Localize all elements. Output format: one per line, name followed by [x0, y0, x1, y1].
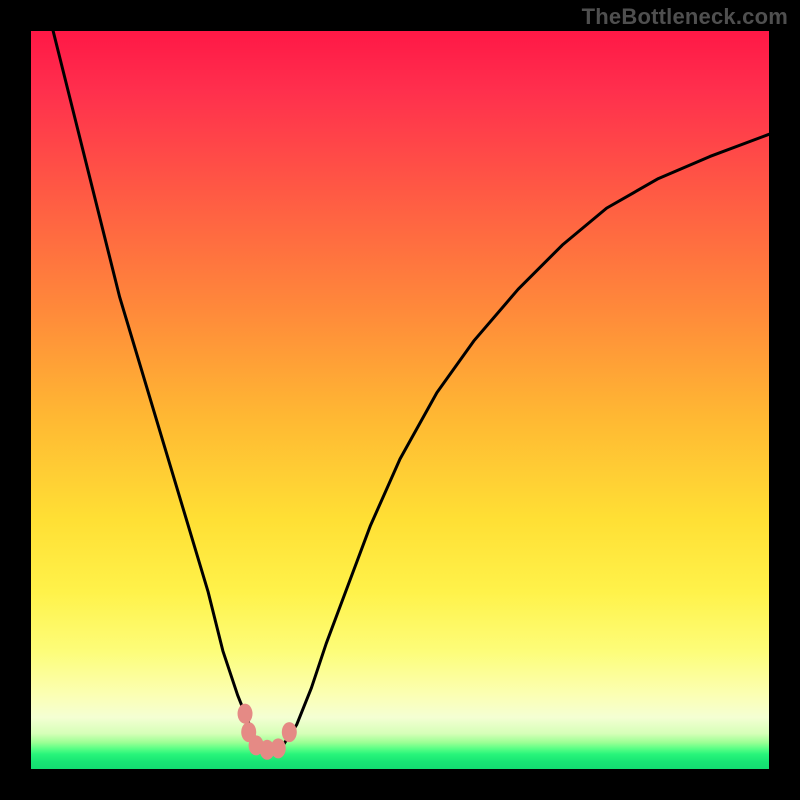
chart-frame: TheBottleneck.com — [0, 0, 800, 800]
dot-bottom-3 — [271, 738, 286, 758]
plot-area — [31, 31, 769, 769]
bottleneck-curve — [53, 31, 769, 751]
dot-right — [282, 722, 297, 742]
curve-markers — [238, 704, 297, 760]
watermark-text: TheBottleneck.com — [582, 4, 788, 30]
chart-svg — [31, 31, 769, 769]
dot-left-upper — [238, 704, 253, 724]
curve-line — [53, 31, 769, 751]
